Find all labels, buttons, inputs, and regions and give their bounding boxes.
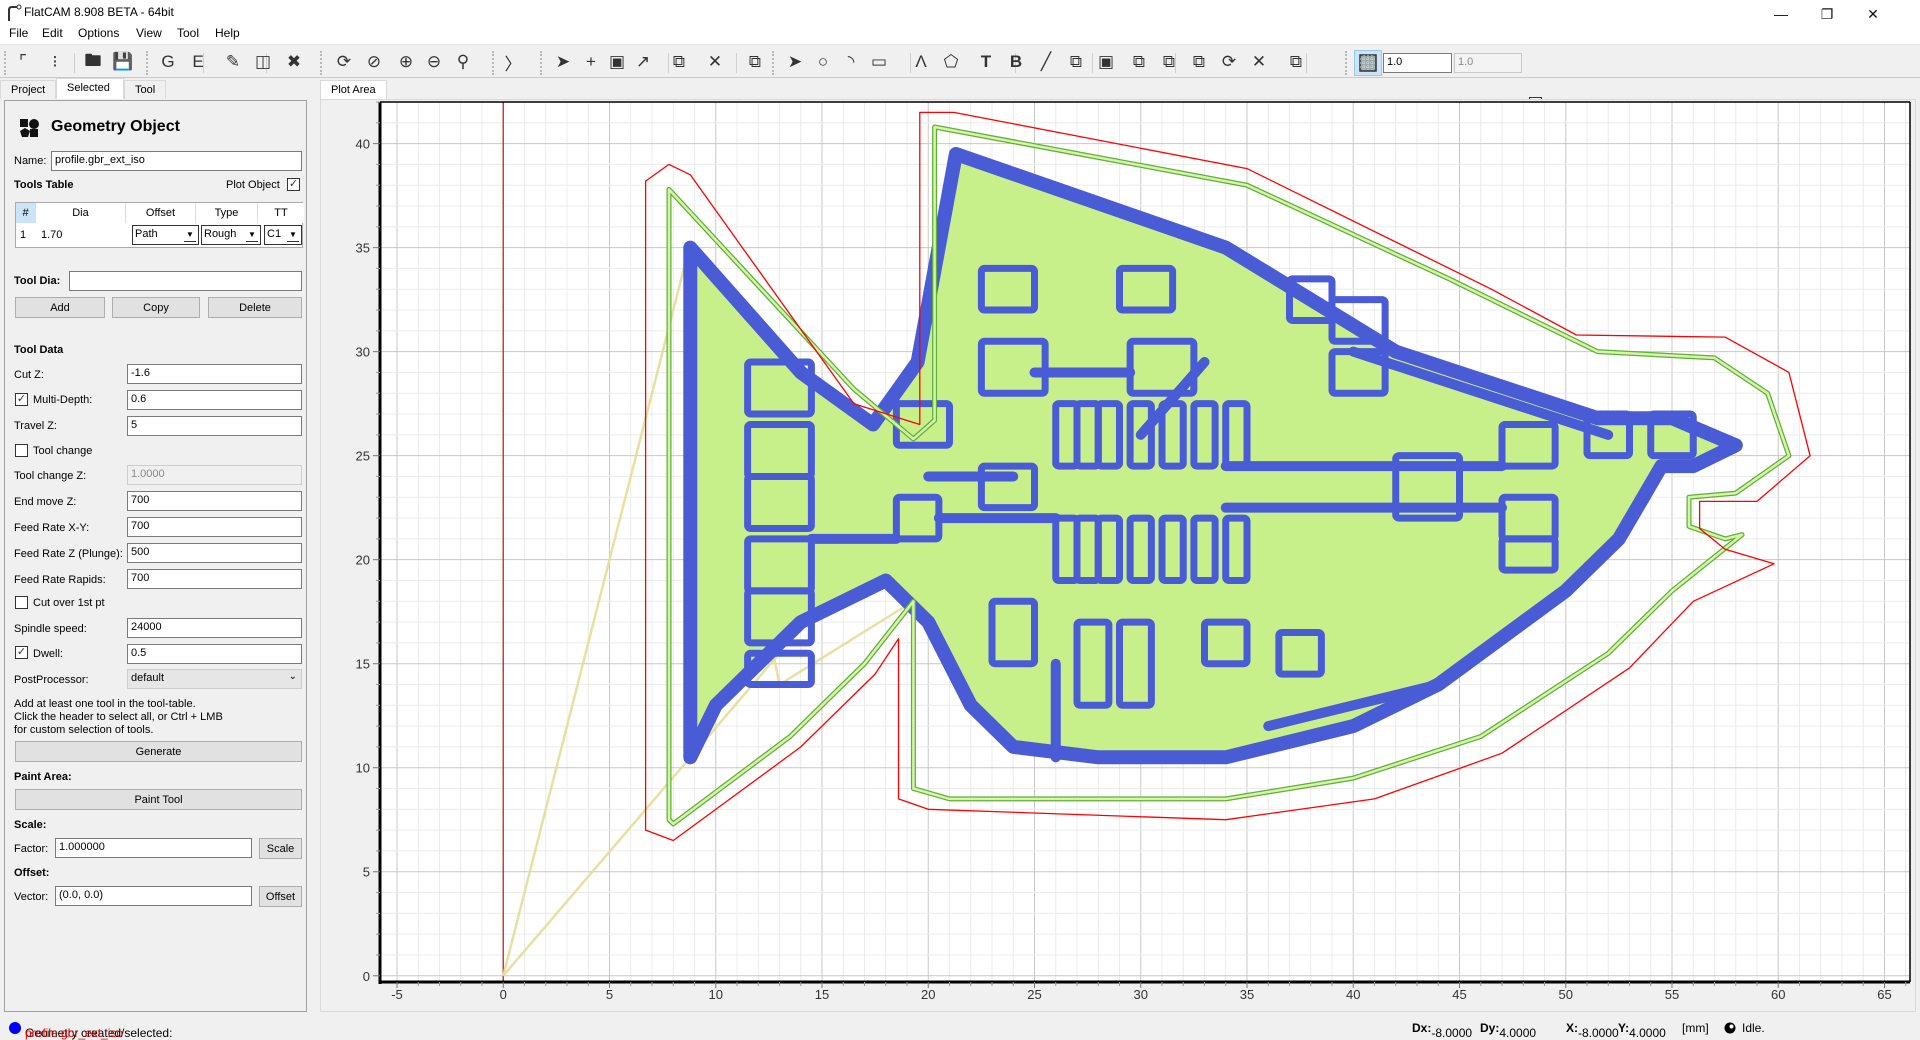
x-tick-label: 35 — [1240, 987, 1254, 1002]
x-label: X: — [1566, 1021, 1578, 1035]
dy-readout: Dy: 4.0000 — [1480, 1021, 1536, 1040]
x-tick-label: 20 — [921, 987, 935, 1002]
dy-label: Dy: — [1480, 1021, 1500, 1035]
y-readout: Y: 4.0000 — [1618, 1021, 1666, 1040]
status-state: Idle. — [1742, 1021, 1765, 1035]
x-tick-label: 50 — [1559, 987, 1573, 1002]
x-readout: X: -8.0000 — [1566, 1021, 1619, 1040]
dx-label: Dx: — [1412, 1021, 1432, 1035]
dx-value: -8.0000 — [1431, 1026, 1473, 1040]
y-tick-label: 30 — [356, 345, 370, 360]
plot-canvas[interactable]: -5 0 5 10 15 20 25 30 35 40 45 50 55 60 65 0 5 10 15 20 25 30… — [0, 0, 1920, 1040]
dx-readout: Dx: -8.0000 — [1412, 1021, 1472, 1040]
units-label: [mm] — [1682, 1021, 1709, 1035]
y-label: Y: — [1618, 1021, 1630, 1035]
y-tick-label: 25 — [356, 449, 370, 464]
y-tick-label: 5 — [363, 865, 370, 880]
dy-value: 4.0000 — [1499, 1026, 1537, 1040]
x-value: -8.0000 — [1578, 1026, 1619, 1040]
y-value: 4.0000 — [1629, 1026, 1666, 1040]
x-tick-label: 0 — [500, 987, 507, 1002]
x-tick-label: 30 — [1134, 987, 1148, 1002]
status-indicator-icon — [9, 1022, 21, 1034]
x-tick-label: 5 — [606, 987, 613, 1002]
x-tick-label: 45 — [1452, 987, 1466, 1002]
x-tick-label: 10 — [709, 987, 723, 1002]
x-tick-label: 40 — [1346, 987, 1360, 1002]
y-tick-label: 40 — [356, 137, 370, 152]
y-tick-label: 0 — [363, 969, 370, 984]
activity-icon — [1724, 1022, 1736, 1034]
x-tick-label: 65 — [1877, 987, 1891, 1002]
status-bar: Geometry created/selected: profile.gbr_e… — [0, 1016, 1920, 1040]
x-tick-label: 15 — [815, 987, 829, 1002]
x-tick-label: -5 — [391, 987, 403, 1002]
x-tick-label: 55 — [1665, 987, 1679, 1002]
y-tick-label: 35 — [356, 241, 370, 256]
x-tick-label: 25 — [1027, 987, 1041, 1002]
status-message-object: profile.gbr_ext_iso — [25, 1026, 124, 1040]
y-tick-label: 20 — [356, 553, 370, 568]
y-tick-label: 15 — [356, 657, 370, 672]
y-tick-label: 10 — [356, 761, 370, 776]
x-tick-label: 60 — [1771, 987, 1785, 1002]
